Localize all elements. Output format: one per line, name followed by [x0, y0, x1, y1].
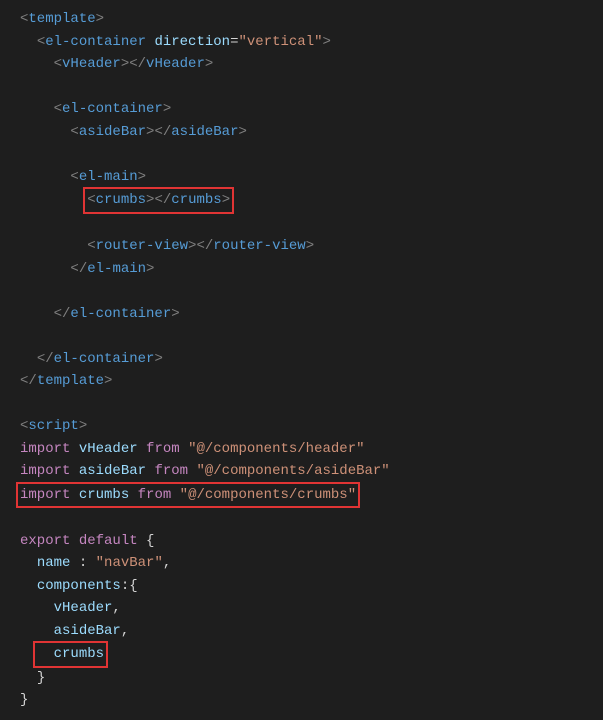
code-line: </el-main> [20, 261, 154, 277]
code-line: </el-container> [20, 306, 180, 322]
code-line [20, 79, 28, 95]
code-line [20, 328, 28, 344]
code-line: <el-main> [20, 169, 146, 185]
code-line: } [20, 692, 28, 708]
code-line: export default { [20, 533, 154, 549]
code-editor[interactable]: <template> <el-container direction="vert… [0, 8, 603, 712]
code-line: <el-container> [20, 101, 171, 117]
highlight-box-import-crumbs: import crumbs from "@/components/crumbs" [16, 482, 360, 509]
code-line: vHeader, [20, 600, 121, 616]
highlight-box-crumbs-component: crumbs [33, 641, 108, 668]
code-line: asideBar, [20, 623, 129, 639]
code-line: <el-container direction="vertical"> [20, 34, 331, 50]
code-line [20, 396, 28, 412]
code-line: <crumbs></crumbs> [20, 192, 230, 208]
code-line [20, 216, 28, 232]
highlight-box-crumbs-tag: <crumbs></crumbs> [83, 187, 234, 214]
code-line [20, 510, 28, 526]
code-line: import vHeader from "@/components/header… [20, 441, 365, 457]
code-line: name : "navBar", [20, 555, 171, 571]
code-line: </template> [20, 373, 112, 389]
code-line: import asideBar from "@/components/aside… [20, 463, 390, 479]
code-line: <vHeader></vHeader> [20, 56, 213, 72]
code-line [20, 146, 28, 162]
code-line: } [20, 670, 45, 686]
code-line: <script> [20, 418, 87, 434]
code-line: </el-container> [20, 351, 163, 367]
code-line: crumbs [20, 646, 104, 662]
code-line: components:{ [20, 578, 138, 594]
code-line [20, 283, 28, 299]
code-line: <router-view></router-view> [20, 238, 314, 254]
code-line: <template> [20, 11, 104, 27]
code-line: <asideBar></asideBar> [20, 124, 247, 140]
